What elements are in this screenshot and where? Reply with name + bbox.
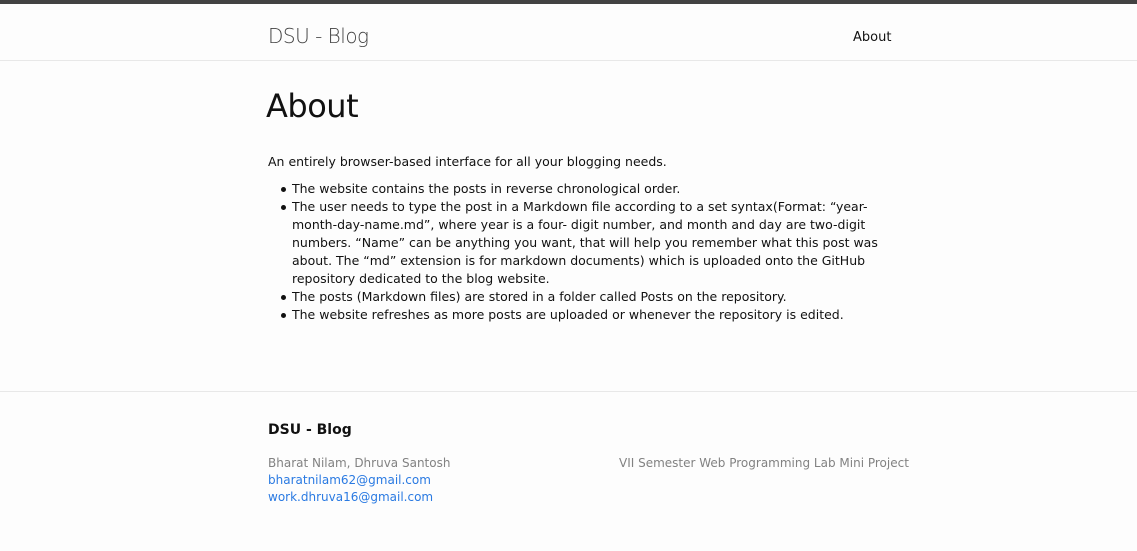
main-content: About An entirely browser-based interfac…: [0, 61, 1137, 392]
email-link-bharat[interactable]: bharatnilam62@gmail.com: [268, 472, 450, 489]
footer-title: DSU - Blog: [268, 422, 352, 438]
list-item: The website refreshes as more posts are …: [278, 306, 890, 324]
footer-authors: Bharat Nilam, Dhruva Santosh: [268, 456, 451, 470]
intro-paragraph: An entirely browser-based interface for …: [268, 154, 667, 169]
nav-link-about[interactable]: About: [853, 30, 891, 45]
list-item: The website contains the posts in revers…: [278, 180, 890, 198]
footer-description: VII Semester Web Programming Lab Mini Pr…: [619, 456, 909, 470]
list-item: The posts (Markdown files) are stored in…: [278, 288, 890, 306]
feature-list: The website contains the posts in revers…: [278, 180, 890, 324]
email-link-dhruva[interactable]: work.dhruva16@gmail.com: [268, 489, 450, 506]
footer-contact: Bharat Nilam, Dhruva Santosh bharatnilam…: [268, 455, 450, 506]
site-footer: DSU - Blog Bharat Nilam, Dhruva Santosh …: [0, 392, 1137, 550]
site-title-link[interactable]: DSU - Blog: [268, 24, 369, 48]
list-item: The user needs to type the post in a Mar…: [278, 198, 890, 288]
page-title: About: [266, 87, 359, 125]
site-header: DSU - Blog About: [0, 4, 1137, 61]
